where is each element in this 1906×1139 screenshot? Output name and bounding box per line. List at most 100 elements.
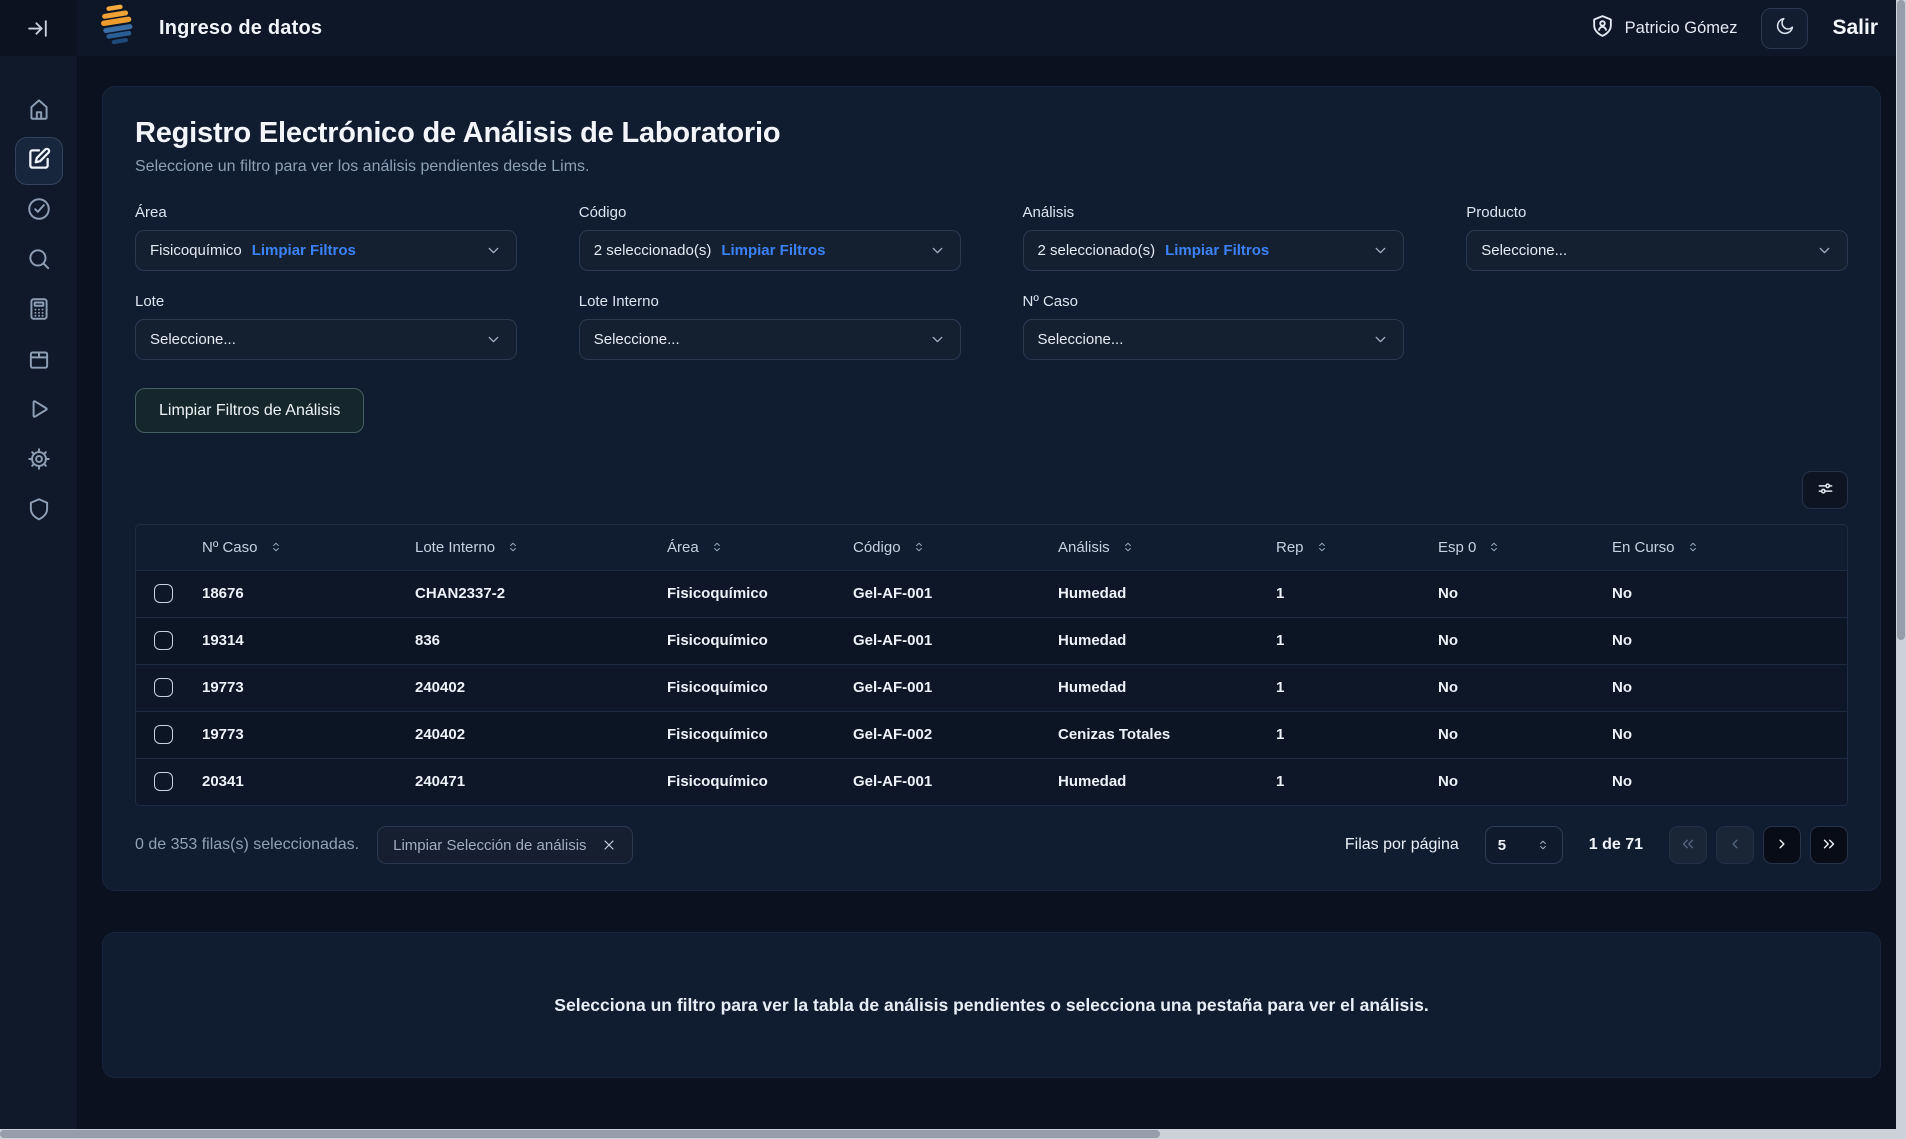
- pending-analysis-table: Nº Caso Lote Interno Área Código Análisi…: [135, 524, 1848, 806]
- theme-toggle-button[interactable]: [1761, 8, 1808, 49]
- clear-selection-chip[interactable]: Limpiar Selección de análisis: [377, 826, 632, 864]
- column-label: Rep: [1276, 539, 1304, 556]
- sidebar-item-security[interactable]: [14, 486, 64, 536]
- sort-icon: [912, 540, 926, 554]
- vertical-scrollbar-thumb[interactable]: [1897, 0, 1905, 640]
- table-row: 18676 CHAN2337-2 Fisicoquímico Gel-AF-00…: [136, 570, 1847, 617]
- analisis-clear-filters-link[interactable]: Limpiar Filtros: [1165, 242, 1269, 259]
- first-page-button[interactable]: [1669, 826, 1707, 864]
- cell-en-curso: No: [1602, 570, 1847, 617]
- package-icon: [26, 346, 52, 377]
- cell-rep: 1: [1266, 758, 1428, 805]
- cell-codigo: Gel-AF-001: [843, 664, 1048, 711]
- cell-codigo: Gel-AF-001: [843, 570, 1048, 617]
- column-label: Nº Caso: [202, 539, 258, 556]
- lote-interno-select[interactable]: Seleccione...: [579, 319, 961, 360]
- codigo-select-value: 2 seleccionado(s): [594, 242, 712, 259]
- next-page-button[interactable]: [1763, 826, 1801, 864]
- analisis-select[interactable]: 2 seleccionado(s) Limpiar Filtros: [1023, 230, 1405, 271]
- cell-lote-interno: 240471: [405, 758, 657, 805]
- sidebar: [0, 56, 77, 1139]
- filter-caso-label: Nº Caso: [1023, 293, 1405, 310]
- page-title: Registro Electrónico de Análisis de Labo…: [135, 117, 1848, 150]
- caso-select[interactable]: Seleccione...: [1023, 319, 1405, 360]
- producto-select[interactable]: Seleccione...: [1466, 230, 1848, 271]
- chevron-left-icon: [1726, 835, 1744, 856]
- row-checkbox[interactable]: [154, 631, 173, 650]
- row-checkbox[interactable]: [154, 772, 173, 791]
- sort-header-lote-interno[interactable]: Lote Interno: [415, 539, 647, 556]
- sort-header-rep[interactable]: Rep: [1276, 539, 1418, 556]
- analisis-select-value: 2 seleccionado(s): [1038, 242, 1156, 259]
- home-icon: [26, 96, 52, 127]
- sidebar-item-approvals[interactable]: [14, 186, 64, 236]
- user-area: Patricio Gómez Salir: [1590, 8, 1878, 49]
- row-checkbox[interactable]: [154, 678, 173, 697]
- table-row: 20341 240471 Fisicoquímico Gel-AF-001 Hu…: [136, 758, 1847, 805]
- clear-analysis-filters-button[interactable]: Limpiar Filtros de Análisis: [135, 388, 364, 433]
- lote-interno-select-value: Seleccione...: [594, 331, 680, 348]
- filter-producto-label: Producto: [1466, 204, 1848, 221]
- codigo-clear-filters-link[interactable]: Limpiar Filtros: [721, 242, 825, 259]
- sort-icon: [506, 540, 520, 554]
- search-icon: [26, 246, 52, 277]
- area-select[interactable]: Fisicoquímico Limpiar Filtros: [135, 230, 517, 271]
- area-clear-filters-link[interactable]: Limpiar Filtros: [252, 242, 356, 259]
- column-label: Código: [853, 539, 901, 556]
- cell-analisis: Humedad: [1048, 664, 1266, 711]
- filter-analisis-label: Análisis: [1023, 204, 1405, 221]
- sort-header-en-curso[interactable]: En Curso: [1612, 539, 1837, 556]
- sidebar-item-calculator[interactable]: [14, 286, 64, 336]
- moon-icon: [1774, 16, 1795, 40]
- cell-caso: 19773: [192, 664, 405, 711]
- lote-select-value: Seleccione...: [150, 331, 236, 348]
- logout-button[interactable]: Salir: [1832, 16, 1878, 40]
- filters-grid: Área Fisicoquímico Limpiar Filtros Códig…: [135, 204, 1848, 360]
- chevron-down-icon: [1372, 242, 1389, 259]
- rows-per-page-select[interactable]: 5: [1485, 826, 1563, 864]
- user-chip: Patricio Gómez: [1590, 13, 1738, 43]
- cell-en-curso: No: [1602, 758, 1847, 805]
- producto-select-value: Seleccione...: [1481, 242, 1567, 259]
- lote-select[interactable]: Seleccione...: [135, 319, 517, 360]
- sidebar-item-data-entry[interactable]: [15, 137, 63, 185]
- sidebar-item-home[interactable]: [14, 86, 64, 136]
- sort-header-caso[interactable]: Nº Caso: [202, 539, 395, 556]
- sort-icon: [269, 540, 283, 554]
- sort-header-codigo[interactable]: Código: [853, 539, 1038, 556]
- chevrons-right-icon: [1820, 835, 1838, 856]
- cell-caso: 20341: [192, 758, 405, 805]
- cell-lote-interno: CHAN2337-2: [405, 570, 657, 617]
- sort-header-esp0[interactable]: Esp 0: [1438, 539, 1592, 556]
- sort-header-area[interactable]: Área: [667, 539, 833, 556]
- close-icon[interactable]: [601, 837, 617, 853]
- column-label: Lote Interno: [415, 539, 495, 556]
- sidebar-expand-icon[interactable]: [26, 16, 51, 41]
- last-page-button[interactable]: [1810, 826, 1848, 864]
- horizontal-scrollbar[interactable]: [0, 1129, 1906, 1139]
- horizontal-scrollbar-thumb[interactable]: [0, 1130, 1160, 1138]
- main-content: Registro Electrónico de Análisis de Labo…: [77, 56, 1906, 1139]
- row-checkbox[interactable]: [154, 584, 173, 603]
- cell-area: Fisicoquímico: [657, 664, 843, 711]
- sidebar-item-products[interactable]: [14, 336, 64, 386]
- cell-analisis: Humedad: [1048, 758, 1266, 805]
- table-row: 19773 240402 Fisicoquímico Gel-AF-001 Hu…: [136, 664, 1847, 711]
- codigo-select[interactable]: 2 seleccionado(s) Limpiar Filtros: [579, 230, 961, 271]
- table-settings-button[interactable]: [1802, 471, 1848, 509]
- sidebar-item-settings[interactable]: [14, 436, 64, 486]
- cell-esp0: No: [1428, 570, 1602, 617]
- row-checkbox[interactable]: [154, 725, 173, 744]
- sidebar-item-run[interactable]: [14, 386, 64, 436]
- column-label: Área: [667, 539, 699, 556]
- cell-en-curso: No: [1602, 711, 1847, 758]
- cell-lote-interno: 240402: [405, 711, 657, 758]
- filter-lote: Lote Seleccione...: [135, 293, 517, 360]
- vertical-scrollbar[interactable]: [1896, 0, 1906, 1139]
- sidebar-item-search[interactable]: [14, 236, 64, 286]
- play-icon: [26, 396, 52, 427]
- cell-codigo: Gel-AF-001: [843, 758, 1048, 805]
- previous-page-button[interactable]: [1716, 826, 1754, 864]
- sort-header-analisis[interactable]: Análisis: [1058, 539, 1256, 556]
- cell-area: Fisicoquímico: [657, 711, 843, 758]
